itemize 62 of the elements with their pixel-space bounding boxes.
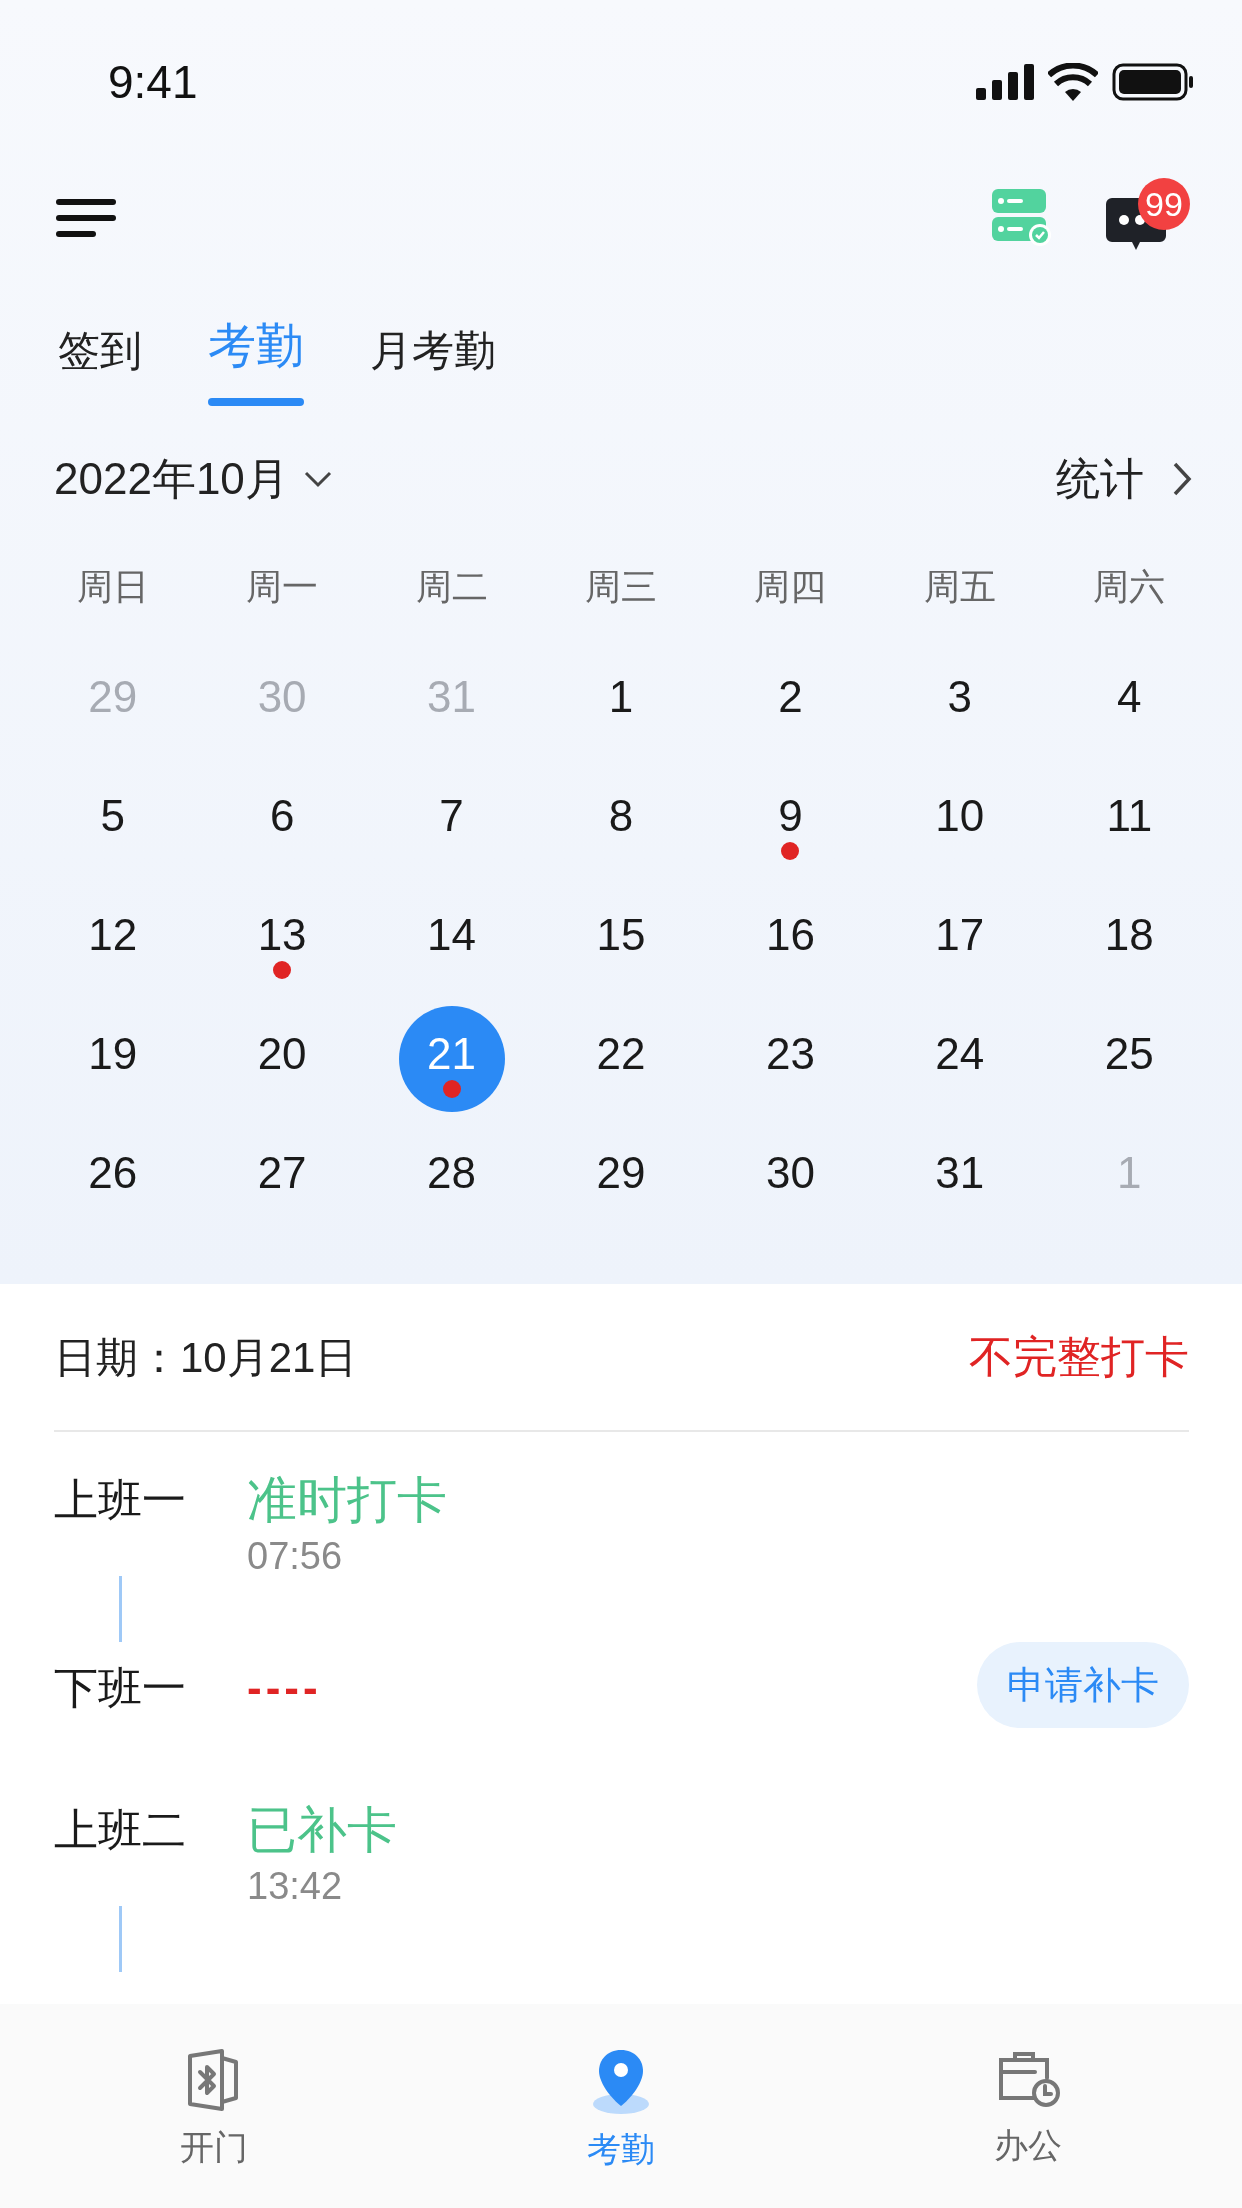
punch-status: 不完整打卡 (969, 1331, 1189, 1383)
calendar-day[interactable]: 30 (737, 1124, 844, 1231)
calendar-day[interactable]: 3 (906, 648, 1013, 755)
server-check-icon[interactable] (992, 189, 1052, 247)
calendar-day[interactable]: 7 (398, 767, 505, 874)
shift-label: 下班一 (54, 1662, 187, 1714)
calendar-day[interactable]: 25 (1076, 1005, 1183, 1112)
punch-result: 已补卡 (247, 1801, 397, 1860)
calendar-day[interactable]: 5 (59, 767, 166, 874)
tab[interactable]: 签到 (58, 319, 142, 406)
punch-time: 07:56 (247, 1534, 344, 1579)
shift-label: 上班二 (54, 1804, 187, 1856)
message-badge: 99 (1138, 178, 1190, 230)
calendar-day[interactable]: 11 (1076, 767, 1183, 874)
punch-time: 13:42 (247, 1864, 344, 1909)
missing-punch: ---- (247, 1662, 322, 1714)
weekday-label: 周一 (245, 565, 320, 609)
weekday-label: 周日 (75, 565, 150, 609)
calendar-day[interactable]: 22 (568, 1005, 674, 1112)
weekday-label: 周二 (414, 565, 489, 609)
weekday-label: 周三 (584, 565, 658, 609)
calendar-day[interactable]: 15 (568, 886, 674, 993)
stats-link[interactable]: 统计 (1056, 446, 1192, 512)
bottom-nav-item[interactable]: 开门 (10, 2004, 418, 2208)
calendar-day[interactable]: 10 (906, 767, 1013, 874)
calendar-day[interactable]: 13 (229, 886, 336, 993)
calendar-day[interactable]: 18 (1076, 886, 1183, 993)
calendar-day[interactable]: 28 (398, 1124, 505, 1231)
shift-label: 上班一 (54, 1474, 187, 1526)
weekday-label: 周五 (922, 565, 997, 609)
chevron-down-icon (302, 470, 333, 488)
calendar-day[interactable]: 2 (737, 648, 844, 755)
calendar-day[interactable]: 14 (398, 886, 505, 993)
wifi-icon (1048, 63, 1098, 101)
calendar-day[interactable]: 1 (568, 648, 674, 755)
calendar-day[interactable]: 19 (59, 1005, 166, 1112)
chevron-right-icon (1172, 461, 1192, 497)
tab[interactable]: 月考勤 (370, 319, 496, 406)
menu-button[interactable] (56, 199, 116, 237)
calendar-day[interactable]: 9 (737, 767, 844, 874)
punch-result: 准时打卡 (247, 1471, 447, 1530)
calendar-day[interactable]: 24 (906, 1005, 1013, 1112)
status-time: 9:41 (108, 54, 198, 110)
calendar-day[interactable]: 20 (229, 1005, 336, 1112)
calendar-day[interactable]: 23 (737, 1005, 844, 1112)
calendar-day[interactable]: 4 (1076, 648, 1183, 755)
signal-icon (976, 64, 1034, 100)
calendar-day[interactable]: 29 (568, 1124, 674, 1231)
calendar-day[interactable]: 26 (59, 1124, 166, 1231)
calendar-day[interactable]: 12 (59, 886, 166, 993)
weekday-label: 周四 (753, 565, 828, 609)
calendar-day[interactable]: 6 (229, 767, 336, 874)
detail-date: 日期：10月21日 (54, 1332, 358, 1383)
calendar-day[interactable]: 16 (737, 886, 844, 993)
calendar-day[interactable]: 27 (229, 1124, 336, 1231)
calendar-day[interactable]: 8 (568, 767, 674, 874)
calendar-day[interactable]: 17 (906, 886, 1013, 993)
battery-icon (1112, 63, 1194, 101)
month-selector[interactable]: 2022年10月 (54, 446, 333, 512)
calendar-day[interactable]: 31 (906, 1124, 1013, 1231)
weekday-label: 周六 (1092, 565, 1167, 609)
bottom-nav-item[interactable]: 办公 (824, 2004, 1232, 2208)
